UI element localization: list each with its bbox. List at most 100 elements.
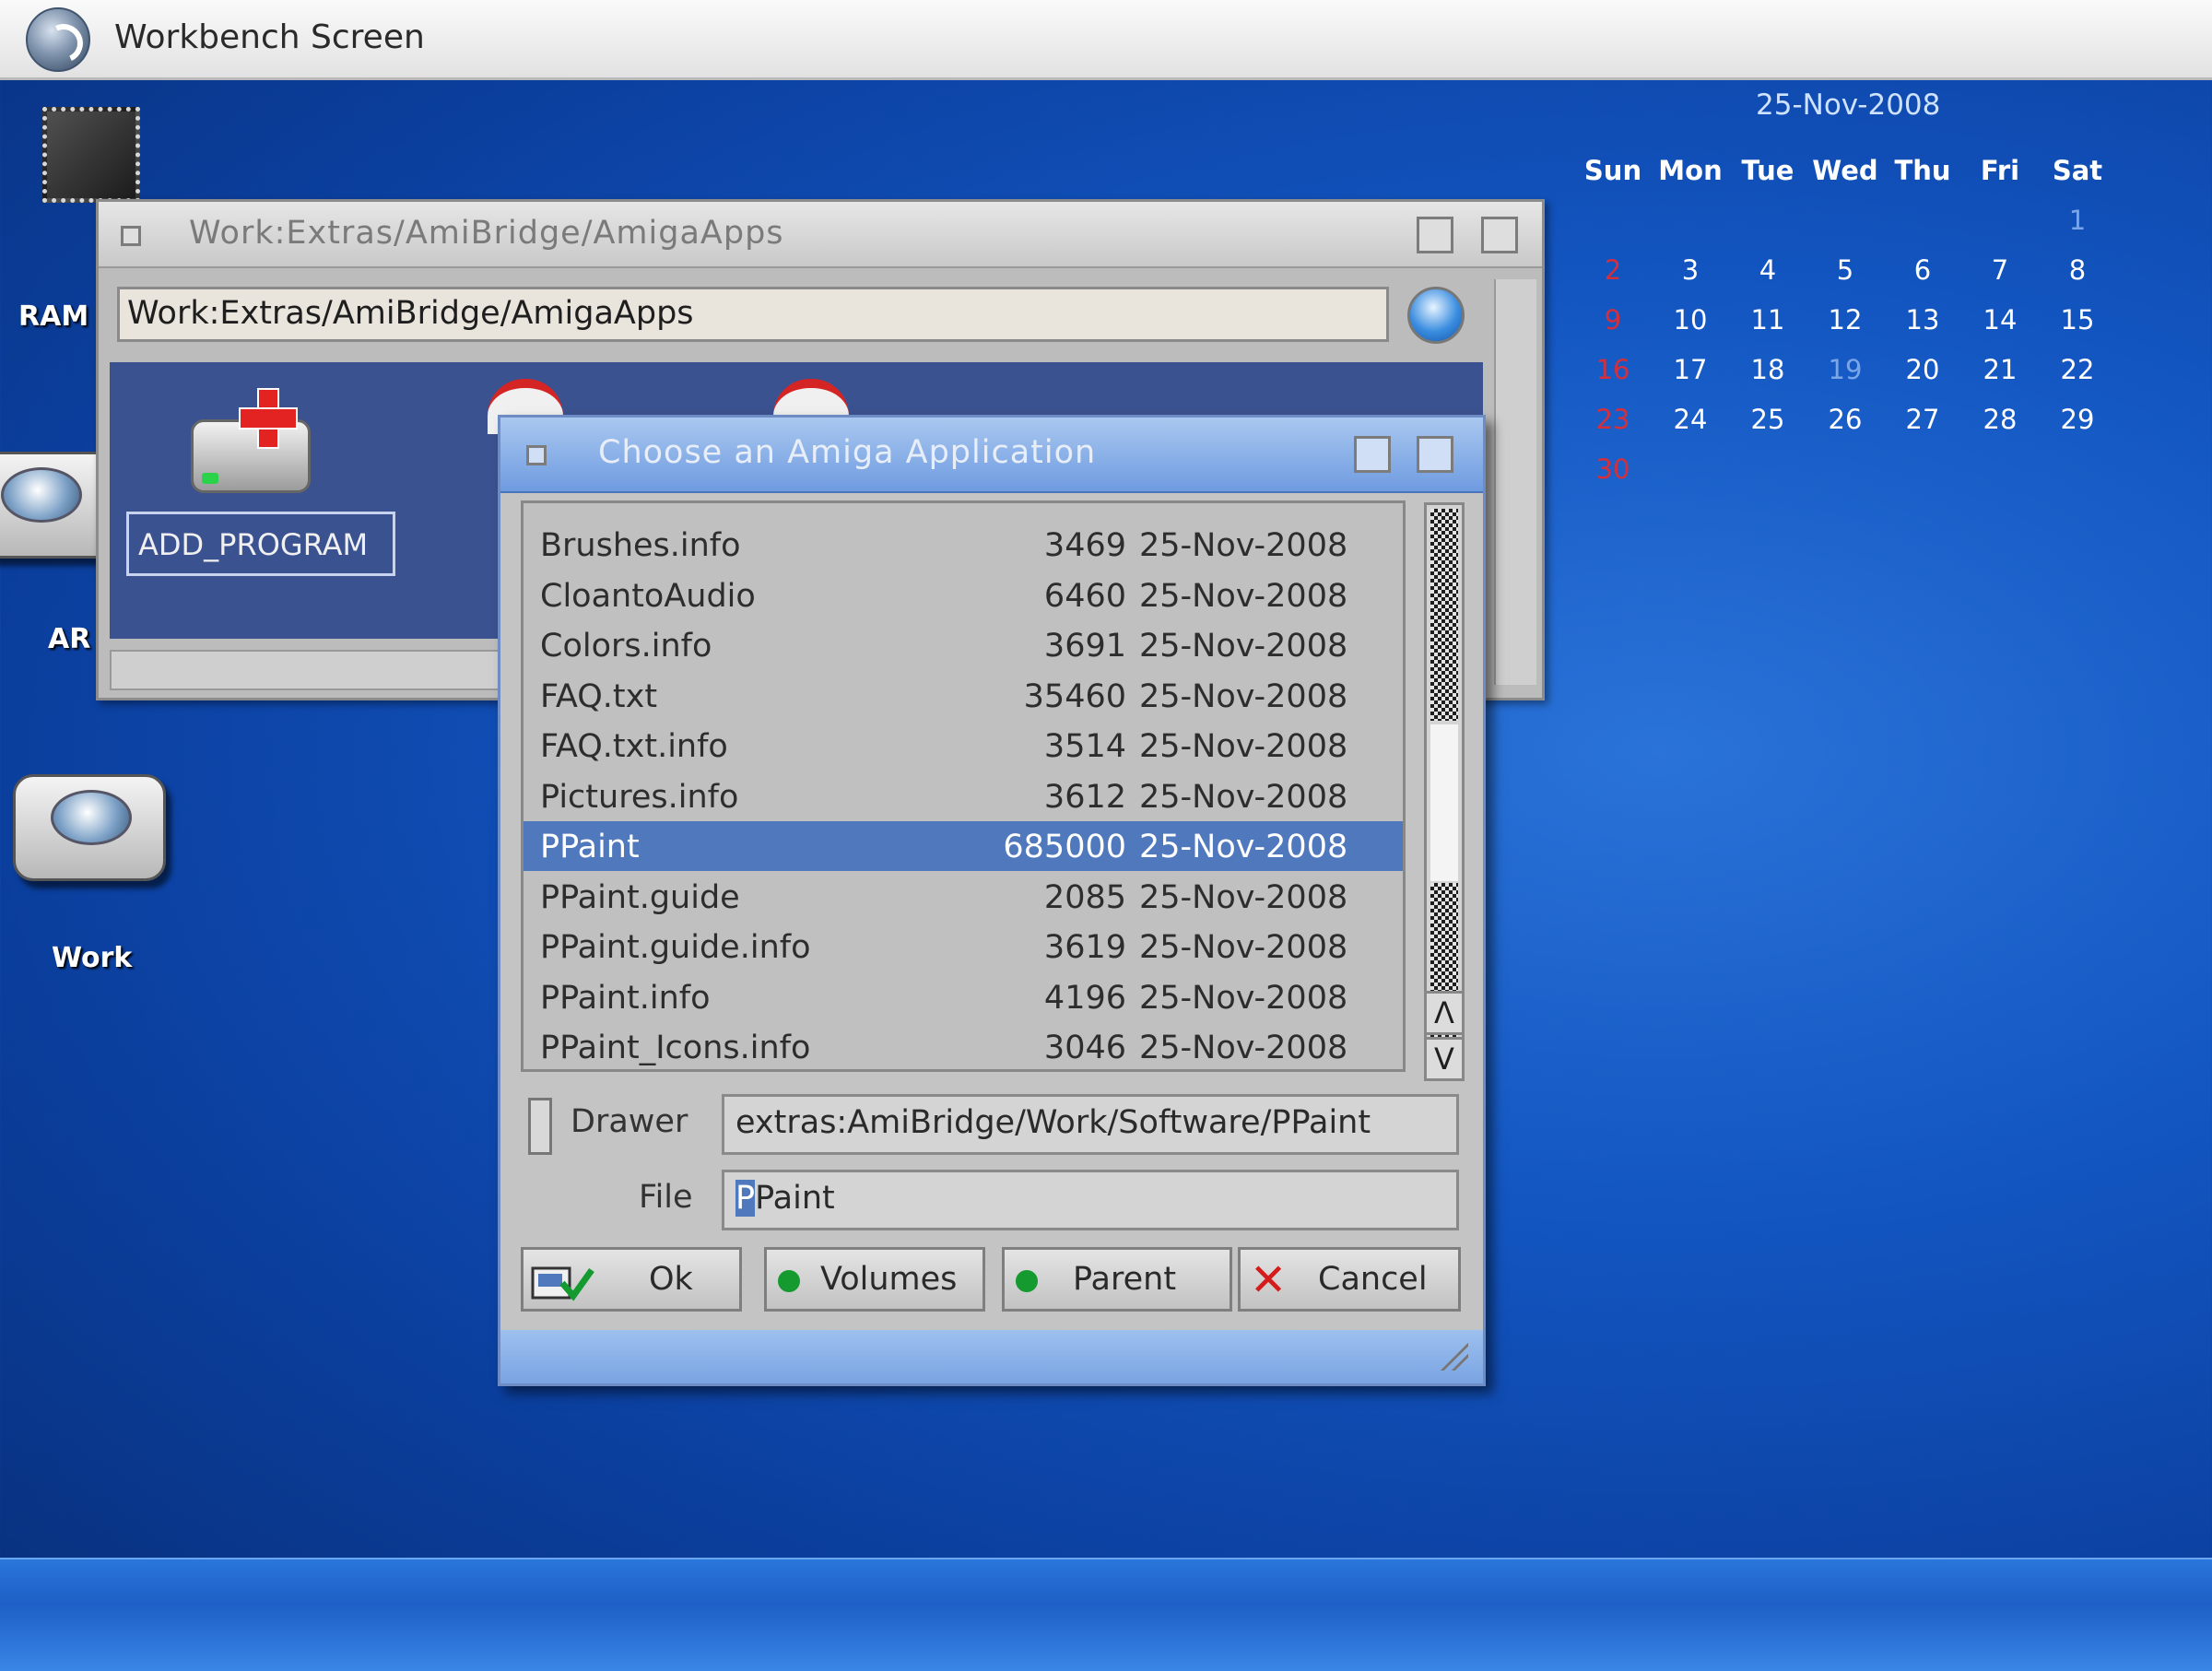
calendar-day[interactable]: 1 bbox=[2041, 205, 2114, 236]
calendar-weekday-header: Wed bbox=[1812, 155, 1878, 186]
file-size: 2085 bbox=[1043, 878, 1126, 916]
file-size: 3046 bbox=[1043, 1030, 1126, 1066]
file-row[interactable]: Colors.info369125-Nov-20082 bbox=[524, 620, 1403, 670]
calendar-day[interactable]: 26 bbox=[1808, 404, 1882, 435]
drawer-toggle[interactable] bbox=[528, 1098, 552, 1155]
file-row[interactable]: Brushes.info346925-Nov-20082 bbox=[524, 520, 1403, 570]
file-row[interactable]: PPaint.guide208525-Nov-20082 bbox=[524, 872, 1403, 922]
file-field[interactable]: PPaint bbox=[722, 1170, 1459, 1230]
cancel-button[interactable]: ✕ Cancel bbox=[1238, 1247, 1461, 1312]
file-row[interactable]: PPaint.guide.info361925-Nov-20082 bbox=[524, 922, 1403, 971]
file-row[interactable]: PPaint_Icons.info304625-Nov-20082 bbox=[524, 1022, 1403, 1069]
file-date: 25-Nov-2008 bbox=[1139, 527, 1348, 564]
calendar-day[interactable]: 20 bbox=[1886, 354, 1959, 385]
depth-gadget-icon[interactable] bbox=[1417, 436, 1453, 473]
calendar-day[interactable]: 8 bbox=[2041, 254, 2114, 286]
calendar-day[interactable]: 18 bbox=[1731, 354, 1805, 385]
file-size: 3612 bbox=[1043, 778, 1126, 816]
file-size: 3514 bbox=[1043, 728, 1126, 765]
calendar-weekday-header: Thu bbox=[1894, 155, 1951, 186]
calendar-day[interactable]: 29 bbox=[2041, 404, 2114, 435]
calendar-day[interactable]: 6 bbox=[1886, 254, 1959, 286]
calendar-day[interactable]: 13 bbox=[1886, 304, 1959, 335]
calendar-day[interactable]: 25 bbox=[1731, 404, 1805, 435]
calendar-day[interactable]: 17 bbox=[1653, 354, 1727, 385]
file-row[interactable]: CloantoAudio646025-Nov-20082 bbox=[524, 571, 1403, 620]
calendar-day[interactable]: 4 bbox=[1731, 254, 1805, 286]
calendar-day[interactable]: 19 bbox=[1808, 354, 1882, 385]
dialog-footer bbox=[500, 1330, 1483, 1383]
file-size: 6460 bbox=[1043, 577, 1126, 615]
file-row[interactable]: PPaint.info419625-Nov-20082 bbox=[524, 972, 1403, 1022]
drawer-vertical-scrollbar[interactable] bbox=[1494, 279, 1536, 685]
calendar-day[interactable]: 14 bbox=[1963, 304, 2037, 335]
drive-check-icon bbox=[531, 1266, 594, 1301]
ok-label: Ok bbox=[649, 1261, 693, 1298]
zoom-gadget-icon[interactable] bbox=[1417, 217, 1453, 253]
depth-gadget-icon[interactable] bbox=[1481, 217, 1518, 253]
scroll-down-button[interactable]: V bbox=[1424, 1037, 1465, 1081]
file-date: 25-Nov-2008 bbox=[1139, 728, 1348, 765]
partial-drive-label[interactable]: AR bbox=[48, 623, 90, 655]
amiga-boing-logo-icon[interactable] bbox=[26, 7, 90, 72]
scrollbar-knob[interactable] bbox=[1430, 724, 1458, 881]
file-list[interactable]: Brushes.info346925-Nov-20082CloantoAudio… bbox=[521, 500, 1406, 1072]
calendar-day[interactable]: 16 bbox=[1576, 354, 1650, 385]
calendar-weekday-header: Tue bbox=[1741, 155, 1794, 186]
calendar-day[interactable]: 12 bbox=[1808, 304, 1882, 335]
file-row-selected[interactable]: PPaint68500025-Nov-20082 bbox=[524, 821, 1403, 871]
file-name: FAQ.txt.info bbox=[540, 728, 728, 765]
calendar-day[interactable]: 11 bbox=[1731, 304, 1805, 335]
calendar-day[interactable]: 30 bbox=[1576, 453, 1650, 485]
parent-button[interactable]: Parent bbox=[1002, 1247, 1232, 1312]
ram-disk-label[interactable]: RAM bbox=[18, 300, 88, 333]
file-date: 25-Nov-2008 bbox=[1139, 778, 1348, 816]
parent-directory-icon[interactable] bbox=[1407, 287, 1465, 344]
calendar-day[interactable]: 24 bbox=[1653, 404, 1727, 435]
close-gadget-icon[interactable] bbox=[526, 445, 547, 465]
resize-grip-icon[interactable] bbox=[1441, 1343, 1468, 1371]
file-size: 3469 bbox=[1043, 527, 1126, 564]
file-name: FAQ.txt bbox=[540, 677, 658, 715]
calendar-day[interactable]: 22 bbox=[2041, 354, 2114, 385]
work-drive-label[interactable]: Work bbox=[52, 942, 132, 974]
path-input[interactable]: Work:Extras/AmiBridge/AmigaApps bbox=[117, 287, 1389, 342]
calendar-day[interactable]: 10 bbox=[1653, 304, 1727, 335]
volumes-button[interactable]: Volumes bbox=[764, 1247, 985, 1312]
calendar-day[interactable]: 21 bbox=[1963, 354, 2037, 385]
file-date: 25-Nov-2008 bbox=[1139, 577, 1348, 615]
calendar-day[interactable]: 2 bbox=[1576, 254, 1650, 286]
file-list-scrollbar[interactable] bbox=[1424, 502, 1465, 1070]
file-name: Pictures.info bbox=[540, 778, 739, 816]
calendar-day[interactable]: 3 bbox=[1653, 254, 1727, 286]
ram-disk-icon[interactable] bbox=[42, 107, 140, 203]
calendar-day[interactable]: 28 bbox=[1963, 404, 2037, 435]
calendar-day[interactable]: 7 bbox=[1963, 254, 2037, 286]
file-date: 25-Nov-2008 bbox=[1139, 929, 1348, 966]
ok-button[interactable]: Ok bbox=[521, 1247, 742, 1312]
file-row[interactable]: Pictures.info361225-Nov-20082 bbox=[524, 771, 1403, 821]
calendar-day[interactable]: 23 bbox=[1576, 404, 1650, 435]
add-program-label[interactable]: ADD_PROGRAM bbox=[126, 512, 395, 576]
drawer-field[interactable]: extras:AmiBridge/Work/Software/PPaint bbox=[722, 1094, 1459, 1155]
file-field-text: Paint bbox=[755, 1180, 835, 1217]
close-gadget-icon[interactable] bbox=[121, 226, 141, 246]
work-drive-icon[interactable] bbox=[13, 774, 166, 881]
calendar-day[interactable]: 5 bbox=[1808, 254, 1882, 286]
calendar-weekday-header: Sat bbox=[2052, 155, 2103, 186]
screen-title: Workbench Screen bbox=[114, 18, 425, 56]
add-program-icon[interactable] bbox=[191, 388, 311, 493]
file-row[interactable]: FAQ.txt3546025-Nov-20082 bbox=[524, 671, 1403, 721]
dialog-title: Choose an Amiga Application bbox=[598, 434, 1097, 471]
parent-label: Parent bbox=[1073, 1261, 1177, 1298]
calendar-day[interactable]: 9 bbox=[1576, 304, 1650, 335]
file-name: PPaint_Icons.info bbox=[540, 1030, 811, 1066]
calendar-day[interactable]: 15 bbox=[2041, 304, 2114, 335]
dialog-titlebar[interactable]: Choose an Amiga Application bbox=[500, 418, 1483, 493]
file-row[interactable]: FAQ.txt.info351425-Nov-20082 bbox=[524, 721, 1403, 771]
zoom-gadget-icon[interactable] bbox=[1354, 436, 1391, 473]
calendar-day[interactable]: 27 bbox=[1886, 404, 1959, 435]
file-requester-dialog: Choose an Amiga Application Brushes.info… bbox=[498, 415, 1486, 1386]
scroll-up-button[interactable]: Λ bbox=[1424, 991, 1465, 1035]
drawer-titlebar[interactable]: Work:Extras/AmiBridge/AmigaApps bbox=[99, 202, 1542, 268]
